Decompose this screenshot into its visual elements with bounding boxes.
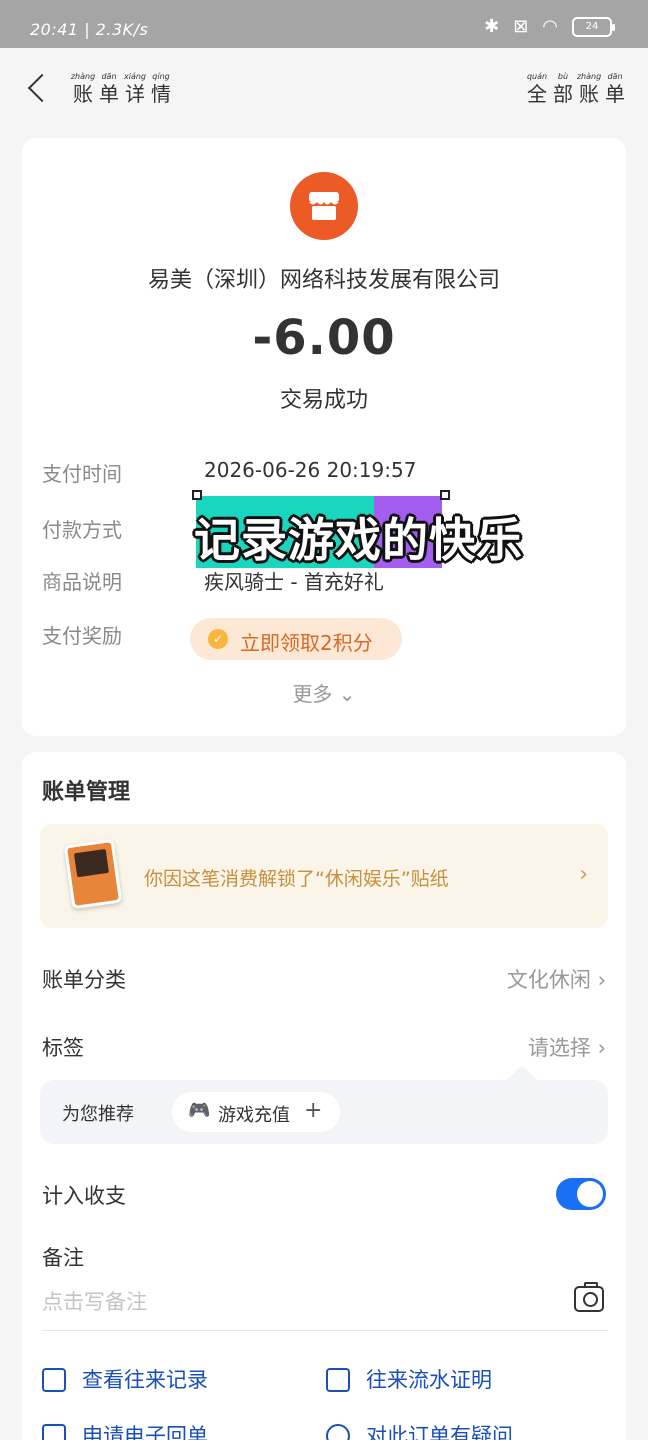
recommend-label: 为您推荐	[62, 1104, 134, 1125]
status-time: 20:41 | 2.3K/s	[30, 20, 149, 39]
game-console-icon	[63, 838, 123, 910]
reward-label: 支付奖励	[42, 624, 122, 648]
more-button[interactable]: 更多 ⌄	[22, 678, 626, 707]
product-desc-value: 疾风骑士 - 首充好礼	[204, 570, 384, 594]
nav-bar: zhàng 账 dān 单 xiáng 详 qíng 情 quán 全 bù 部 zhàng…	[0, 48, 648, 132]
include-toggle[interactable]	[556, 1178, 606, 1210]
pay-time-label: 支付时间	[42, 462, 122, 486]
all-bills-button[interactable]: quán 全 bù 部 zhàng 账 dān 单	[526, 72, 626, 106]
product-desc-label: 商品说明	[42, 570, 122, 594]
pay-time-value: 2026-06-26 20:19:57	[204, 458, 417, 482]
sticker-banner[interactable]: 你因这笔消费解锁了“休闲娱乐”贴纸 ›	[40, 824, 608, 928]
e-receipt-link[interactable]: 申请电子回单	[82, 1420, 208, 1440]
merchant-store-icon	[290, 172, 358, 240]
back-button[interactable]	[22, 70, 52, 106]
gamepad-icon: 🎮	[188, 1100, 211, 1121]
mail-icon	[42, 1424, 66, 1440]
page-title: zhàng 账 dān 单 xiáng 详 qíng 情	[70, 72, 171, 106]
remark-input[interactable]: 点击写备注	[42, 1286, 147, 1316]
tag-selector[interactable]: 请选择 ›	[528, 1032, 606, 1062]
category-selector[interactable]: 文化休闲 ›	[507, 964, 606, 994]
remark-label: 备注	[42, 1246, 84, 1270]
bluetooth-icon: ✱	[484, 16, 500, 37]
recommend-panel: 为您推荐 🎮 游戏充值 +	[40, 1066, 608, 1144]
chevron-right-icon: ›	[579, 862, 588, 887]
status-bar: 20:41 | 2.3K/s ✱ ⊠ ◠ 24	[0, 0, 648, 48]
merchant-name: 易美（深圳）网络科技发展有限公司	[147, 268, 500, 293]
chip-label: 游戏充值	[218, 1105, 290, 1126]
sticker-text: 你因这笔消费解锁了“休闲娱乐”贴纸	[144, 868, 449, 890]
claim-points-button[interactable]: ✓ 立即领取2积分	[190, 618, 402, 660]
amount: -6.00	[252, 310, 396, 366]
include-label: 计入收支	[42, 1184, 126, 1208]
plus-icon: +	[304, 1098, 323, 1123]
claim-points-label: 立即领取2积分	[240, 631, 373, 655]
resize-handle[interactable]	[192, 490, 202, 500]
transaction-status: 交易成功	[279, 388, 368, 413]
sim-icon: ⊠	[513, 16, 529, 37]
payment-method-label: 付款方式	[42, 518, 122, 542]
statement-proof-link[interactable]: 往来流水证明	[366, 1364, 492, 1394]
category-label: 账单分类	[42, 968, 126, 992]
chevron-down-icon: ⌄	[338, 682, 356, 706]
resize-handle[interactable]	[440, 490, 450, 500]
coin-icon: ✓	[208, 629, 228, 649]
camera-icon[interactable]	[574, 1282, 604, 1312]
more-label: 更多	[292, 682, 333, 706]
wifi-icon: ◠	[542, 16, 558, 37]
records-icon	[42, 1368, 66, 1392]
chevron-right-icon: ›	[597, 968, 606, 992]
chevron-right-icon: ›	[597, 1036, 606, 1060]
section-title: 账单管理	[42, 780, 131, 805]
question-icon	[326, 1424, 350, 1440]
view-records-link[interactable]: 查看往来记录	[82, 1364, 208, 1394]
divider	[42, 1330, 608, 1331]
recommend-chip-game-topup[interactable]: 🎮 游戏充值 +	[172, 1092, 340, 1132]
certificate-icon	[326, 1368, 350, 1392]
order-question-link[interactable]: 对此订单有疑问	[366, 1420, 513, 1440]
bill-management-card: 账单管理 你因这笔消费解锁了“休闲娱乐”贴纸 › 账单分类 文化休闲 › 标签 …	[22, 752, 626, 1440]
transaction-card: 易美（深圳）网络科技发展有限公司 -6.00 交易成功 支付时间 2026-06…	[22, 138, 626, 736]
battery-icon: 24	[572, 16, 615, 37]
overlay-caption: 记录游戏的快乐	[194, 513, 523, 567]
tag-label: 标签	[42, 1036, 84, 1060]
